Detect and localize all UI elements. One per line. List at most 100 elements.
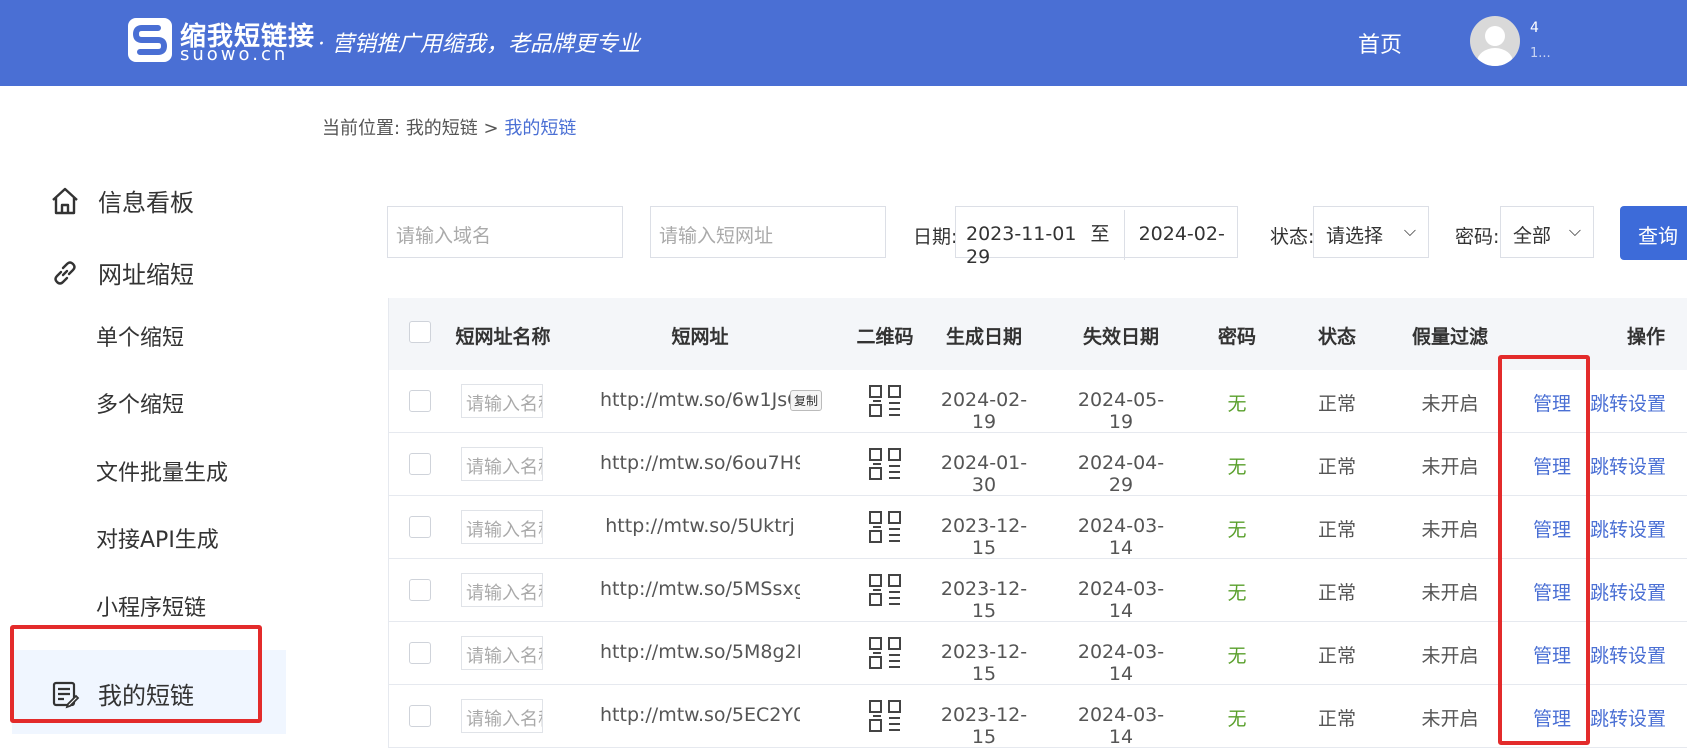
select-all-checkbox[interactable] [409, 321, 431, 343]
chevron-down-icon: ⌵ [1568, 221, 1581, 240]
sidebar-subitem-miniprogram[interactable]: 小程序短链 [96, 590, 206, 622]
row-checkbox[interactable] [409, 453, 431, 475]
row-redirect-settings-link[interactable]: 跳转设置 [1590, 578, 1680, 605]
top-header: 缩我短链接 suowo.cn · 营销推广用缩我，老品牌更专业 首页 4 1..… [0, 0, 1687, 86]
row-checkbox[interactable] [409, 705, 431, 727]
header-expires: 失效日期 [1082, 326, 1159, 348]
table-left-border [388, 298, 389, 748]
sidebar-item-dashboard[interactable]: 信息看板 [50, 183, 194, 218]
row-fake-filter: 未开启 [1421, 582, 1479, 604]
row-password: 无 [1227, 456, 1247, 478]
sidebar-subitem-file-batch[interactable]: 文件批量生成 [96, 455, 228, 487]
qrcode-icon[interactable] [869, 637, 901, 669]
sidebar-subitem-multiple[interactable]: 多个缩短 [96, 387, 184, 419]
row-name-input[interactable]: 请输入名称 [461, 699, 543, 733]
status-label: 状态: [1270, 226, 1315, 248]
row-short-url[interactable]: http://mtw.so/5M8g2H [600, 641, 800, 663]
nav-home-link[interactable]: 首页 [1358, 27, 1402, 59]
breadcrumb-prefix: 当前位置: [322, 118, 401, 139]
short-url-search-input[interactable]: 请输入短网址 [650, 206, 886, 258]
header-filter: 假量过滤 [1411, 326, 1488, 348]
row-password: 无 [1227, 519, 1247, 541]
row-divider [388, 495, 1687, 496]
row-fake-filter: 未开启 [1421, 393, 1479, 415]
highlight-box-sidebar [10, 625, 262, 723]
copy-button[interactable]: 复制 [790, 390, 823, 411]
header-name: 短网址名称 [455, 326, 551, 348]
row-short-url[interactable]: http://mtw.so/5EC2Y0 [600, 704, 800, 726]
date-range-picker[interactable]: 2023-11-01 至 2024-02-29 [955, 206, 1238, 268]
header-actions: 操作 [1626, 326, 1665, 348]
user-id: 1... [1530, 46, 1551, 61]
search-button[interactable]: 查询 [1620, 206, 1687, 260]
date-separator: 至 [1090, 223, 1110, 245]
row-redirect-settings-link[interactable]: 跳转设置 [1590, 704, 1680, 731]
row-name-input[interactable]: 请输入名称 [461, 573, 543, 607]
qrcode-icon[interactable] [869, 700, 901, 732]
row-name-input[interactable]: 请输入名称 [461, 447, 543, 481]
row-created-date: 2023-12-15 [940, 515, 1028, 559]
password-select-value: 全部 [1513, 225, 1552, 247]
sidebar-item-label: 信息看板 [98, 189, 194, 217]
row-status: 正常 [1317, 456, 1356, 478]
sidebar-subitem-api[interactable]: 对接API生成 [96, 522, 219, 554]
row-password: 无 [1227, 645, 1247, 667]
header-password: 密码 [1217, 326, 1256, 348]
user-avatar[interactable] [1470, 16, 1520, 66]
row-fake-filter: 未开启 [1421, 456, 1479, 478]
chevron-down-icon: ⌵ [1403, 221, 1416, 240]
row-created-date: 2023-12-15 [940, 578, 1028, 622]
qrcode-icon[interactable] [869, 574, 901, 606]
row-divider [388, 432, 1687, 433]
row-name-input[interactable]: 请输入名称 [461, 384, 543, 418]
header-created: 生成日期 [945, 326, 1022, 348]
row-checkbox[interactable] [409, 390, 431, 412]
row-expire-date: 2024-03-14 [1077, 704, 1165, 748]
sidebar-subitem-single[interactable]: 单个缩短 [96, 320, 184, 352]
row-divider [388, 621, 1687, 622]
row-checkbox[interactable] [409, 516, 431, 538]
sidebar-item-label: 网址缩短 [98, 261, 194, 289]
status-select[interactable]: 请选择 ⌵ [1313, 206, 1429, 258]
row-redirect-settings-link[interactable]: 跳转设置 [1590, 515, 1680, 542]
qrcode-icon[interactable] [869, 448, 901, 480]
brand-slogan: · 营销推广用缩我，老品牌更专业 [318, 32, 640, 57]
row-name-input[interactable]: 请输入名称 [461, 510, 543, 544]
row-password: 无 [1227, 582, 1247, 604]
password-select[interactable]: 全部 ⌵ [1500, 206, 1594, 258]
header-short-url: 短网址 [671, 326, 729, 348]
row-redirect-settings-link[interactable]: 跳转设置 [1590, 389, 1680, 416]
sidebar-item-shorten[interactable]: 网址缩短 [50, 255, 194, 290]
row-fake-filter: 未开启 [1421, 645, 1479, 667]
qrcode-icon[interactable] [869, 385, 901, 417]
password-label: 密码: [1455, 226, 1500, 248]
row-name-input[interactable]: 请输入名称 [461, 636, 543, 670]
row-short-url[interactable]: http://mtw.so/6ou7H9 [600, 452, 800, 474]
breadcrumb-parent[interactable]: 我的短链 [406, 118, 478, 139]
domain-search-input[interactable]: 请输入域名 [387, 206, 623, 258]
row-redirect-settings-link[interactable]: 跳转设置 [1590, 641, 1680, 668]
highlight-box-manage-column [1498, 355, 1590, 745]
breadcrumb: 当前位置: 我的短链 > 我的短链 [322, 114, 576, 140]
row-short-url[interactable]: http://mtw.so/5MSsxg [600, 578, 800, 600]
status-select-value: 请选择 [1326, 225, 1384, 247]
date-label: 日期: [913, 226, 958, 248]
row-redirect-settings-link[interactable]: 跳转设置 [1590, 452, 1680, 479]
link-icon [54, 260, 76, 285]
home-icon [52, 187, 78, 214]
qrcode-icon[interactable] [869, 511, 901, 543]
row-expire-date: 2024-05-19 [1077, 389, 1165, 433]
row-divider [388, 558, 1687, 559]
row-status: 正常 [1317, 645, 1356, 667]
row-status: 正常 [1317, 393, 1356, 415]
breadcrumb-separator: > [483, 118, 499, 139]
date-start[interactable]: 2023-11-01 [966, 223, 1076, 245]
row-checkbox[interactable] [409, 642, 431, 664]
row-short-url[interactable]: http://mtw.so/5Uktrj [600, 515, 800, 537]
row-short-url[interactable]: http://mtw.so/6w1JsG [600, 389, 800, 411]
row-checkbox[interactable] [409, 579, 431, 601]
user-name: 4 [1530, 20, 1539, 36]
row-fake-filter: 未开启 [1421, 519, 1479, 541]
row-status: 正常 [1317, 708, 1356, 730]
brand-domain: suowo.cn [180, 44, 289, 65]
